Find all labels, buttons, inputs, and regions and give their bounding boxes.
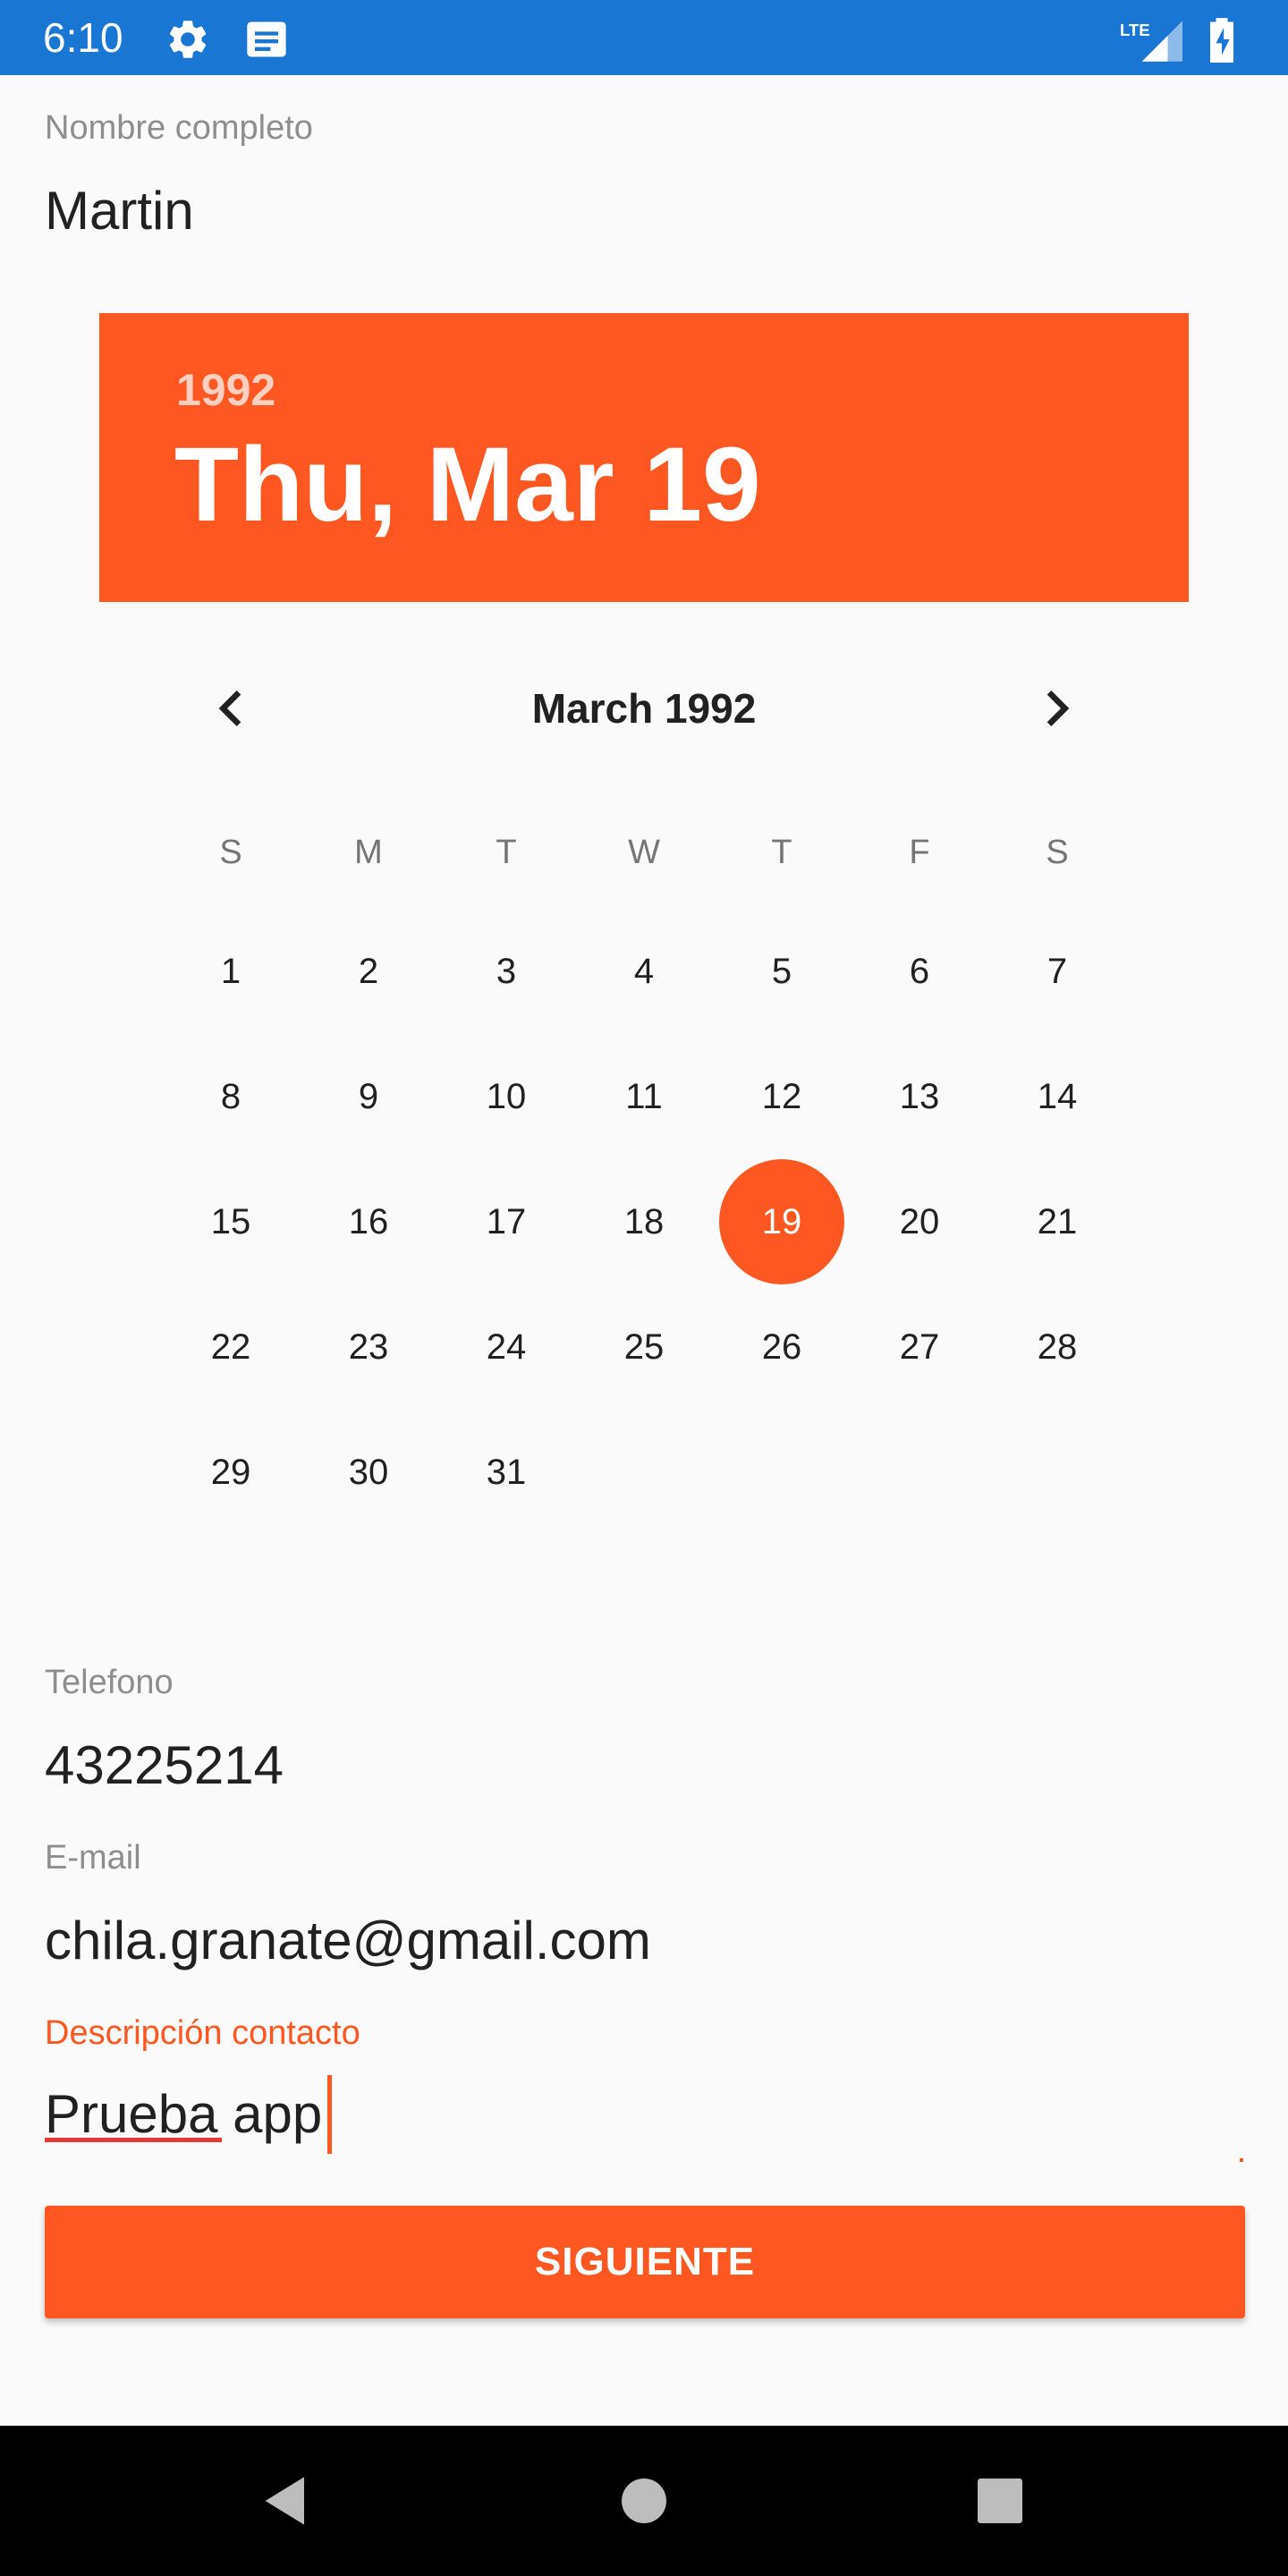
calendar-day[interactable]: 28 [995, 1284, 1120, 1410]
calendar-day[interactable]: 8 [168, 1034, 293, 1159]
chevron-right-icon [1046, 691, 1070, 726]
home-icon[interactable] [608, 2465, 680, 2537]
phone-field[interactable]: 43225214 [45, 1733, 284, 1798]
phone-label: Telefono [45, 1664, 174, 1701]
lte-label: LTE [1120, 21, 1150, 39]
field-underline [1240, 2158, 1243, 2162]
month-title: March 1992 [531, 685, 757, 732]
selected-date-display[interactable]: Thu, Mar 19 [174, 422, 761, 547]
name-field[interactable]: Martin [45, 179, 194, 243]
calendar-day[interactable]: 26 [719, 1284, 844, 1410]
email-field[interactable]: chila.granate@gmail.com [45, 1909, 651, 1973]
calendar-day[interactable]: 4 [581, 909, 707, 1034]
screen: 6:10 LTE Nombre completo Martin 1992 Thu… [0, 0, 1288, 2576]
calendar-day[interactable]: 10 [444, 1034, 569, 1159]
calendar-day[interactable]: 18 [581, 1159, 707, 1284]
calendar-day[interactable]: 11 [581, 1034, 707, 1159]
calendar-day[interactable]: 6 [857, 909, 982, 1034]
calendar-day[interactable]: 2 [306, 909, 431, 1034]
calendar-day[interactable]: 17 [444, 1159, 569, 1284]
calendar-day[interactable]: 23 [306, 1284, 431, 1410]
year-selector[interactable]: 1992 [176, 363, 275, 417]
calendar-day[interactable]: 21 [995, 1159, 1120, 1284]
text-cursor [327, 2075, 332, 2154]
calendar-day[interactable]: 1 [168, 909, 293, 1034]
lte-signal-icon: LTE [1120, 16, 1182, 63]
calendar-day[interactable]: 22 [168, 1284, 293, 1410]
weekday-label: T [496, 834, 517, 871]
settings-icon [165, 16, 211, 63]
description-label: Descripción contacto [45, 2014, 360, 2052]
battery-charging-icon [1204, 16, 1240, 63]
calendar-day[interactable]: 3 [444, 909, 569, 1034]
calendar-day[interactable]: 7 [995, 909, 1120, 1034]
prev-month-button[interactable] [195, 673, 267, 744]
calendar-day[interactable]: 12 [719, 1034, 844, 1159]
calendar-day[interactable]: 14 [995, 1034, 1120, 1159]
calendar-day[interactable]: 24 [444, 1284, 569, 1410]
calendar-day[interactable]: 31 [444, 1410, 569, 1535]
status-time: 6:10 [43, 14, 123, 61]
status-bar: 6:10 LTE [0, 0, 1288, 75]
calendar-day[interactable]: 9 [306, 1034, 431, 1159]
weekday-label: S [1046, 834, 1069, 871]
calendar-day[interactable]: 29 [168, 1410, 293, 1535]
next-month-button[interactable] [1021, 673, 1093, 744]
back-icon[interactable] [250, 2465, 322, 2537]
email-label: E-mail [45, 1839, 141, 1877]
calendar-day-selected[interactable]: 19 [719, 1159, 844, 1284]
calendar-day[interactable]: 13 [857, 1034, 982, 1159]
spellcheck-underline [45, 2138, 222, 2142]
weekday-label: W [628, 834, 660, 871]
weekday-label: F [909, 834, 930, 871]
weekday-label: S [219, 834, 242, 871]
recents-icon[interactable] [964, 2465, 1036, 2537]
navigation-bar [0, 2426, 1288, 2576]
calendar-day[interactable]: 15 [168, 1159, 293, 1284]
date-picker-header: 1992 Thu, Mar 19 [99, 313, 1189, 602]
weekday-label: M [354, 834, 383, 871]
chevron-left-icon [218, 691, 242, 726]
notification-message-icon [243, 16, 290, 63]
weekday-label: T [771, 834, 792, 871]
siguiente-button[interactable]: SIGUIENTE [45, 2206, 1245, 2318]
calendar-day[interactable]: 27 [857, 1284, 982, 1410]
calendar-day[interactable]: 25 [581, 1284, 707, 1410]
name-label: Nombre completo [45, 109, 313, 147]
calendar-day[interactable]: 30 [306, 1410, 431, 1535]
calendar-day[interactable]: 20 [857, 1159, 982, 1284]
calendar-day[interactable]: 5 [719, 909, 844, 1034]
calendar-day[interactable]: 16 [306, 1159, 431, 1284]
